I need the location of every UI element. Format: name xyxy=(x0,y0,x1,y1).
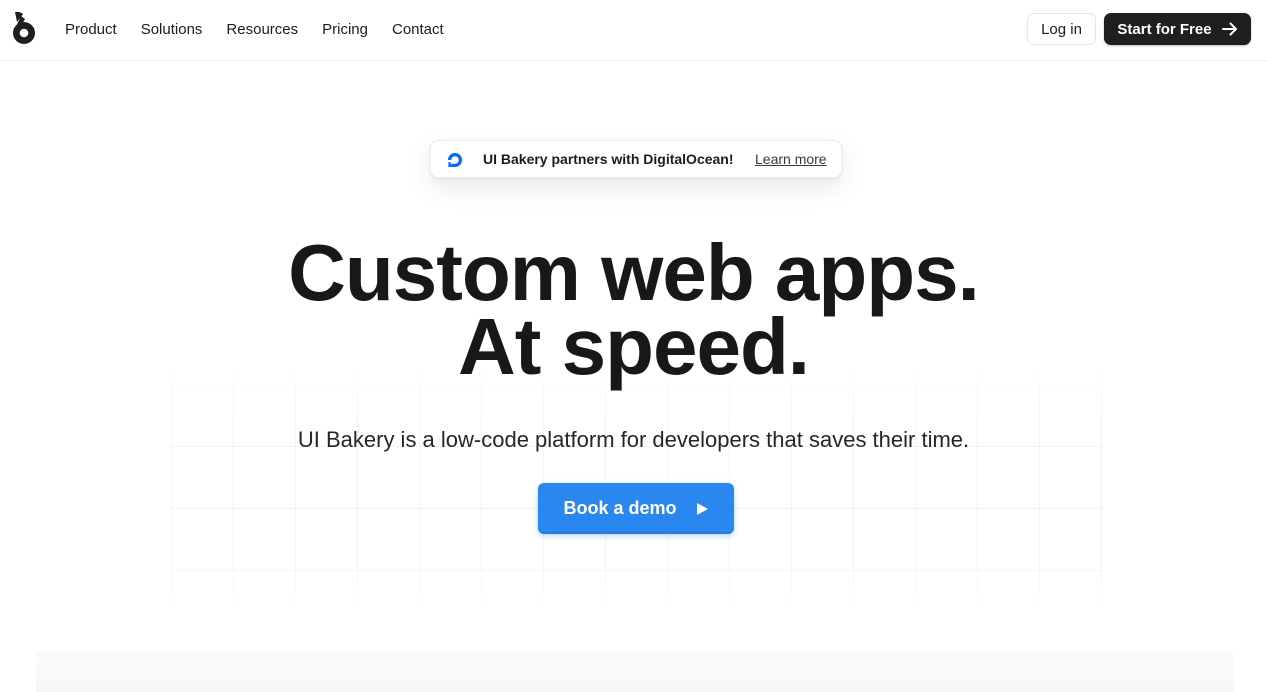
nav-item-resources[interactable]: Resources xyxy=(226,21,298,38)
start-for-free-label: Start for Free xyxy=(1117,20,1212,38)
hero-title-line-2: At speed. xyxy=(457,302,810,391)
arrow-right-icon xyxy=(1221,22,1237,36)
main-nav: Product Solutions Resources Pricing Cont… xyxy=(65,0,468,58)
nav-item-contact[interactable]: Contact xyxy=(392,21,444,38)
site-header: Product Solutions Resources Pricing Cont… xyxy=(0,0,1267,61)
digitalocean-logo-icon xyxy=(448,153,462,167)
hero-subtitle: UI Bakery is a low-code platform for dev… xyxy=(297,427,970,452)
book-demo-button[interactable]: Book a demo xyxy=(538,483,734,534)
hero-title-line-1: Custom web apps. xyxy=(288,228,980,317)
learn-more-link[interactable]: Learn more xyxy=(755,151,827,167)
product-preview-edge xyxy=(36,650,1234,692)
hero-title: Custom web apps. At speed. xyxy=(0,228,1267,391)
announcement-text: UI Bakery partners with DigitalOcean! xyxy=(483,151,734,167)
page: Product Solutions Resources Pricing Cont… xyxy=(0,0,1267,692)
book-demo-label: Book a demo xyxy=(563,498,677,518)
ui-bakery-logo-icon[interactable] xyxy=(11,10,39,46)
nav-item-pricing[interactable]: Pricing xyxy=(322,21,368,38)
start-for-free-button[interactable]: Start for Free xyxy=(1104,13,1251,45)
play-icon xyxy=(696,502,708,515)
nav-item-product[interactable]: Product xyxy=(65,21,117,38)
nav-item-solutions[interactable]: Solutions xyxy=(141,21,203,38)
announcement-banner: UI Bakery partners with DigitalOcean! Le… xyxy=(430,140,842,178)
login-button[interactable]: Log in xyxy=(1027,13,1096,45)
